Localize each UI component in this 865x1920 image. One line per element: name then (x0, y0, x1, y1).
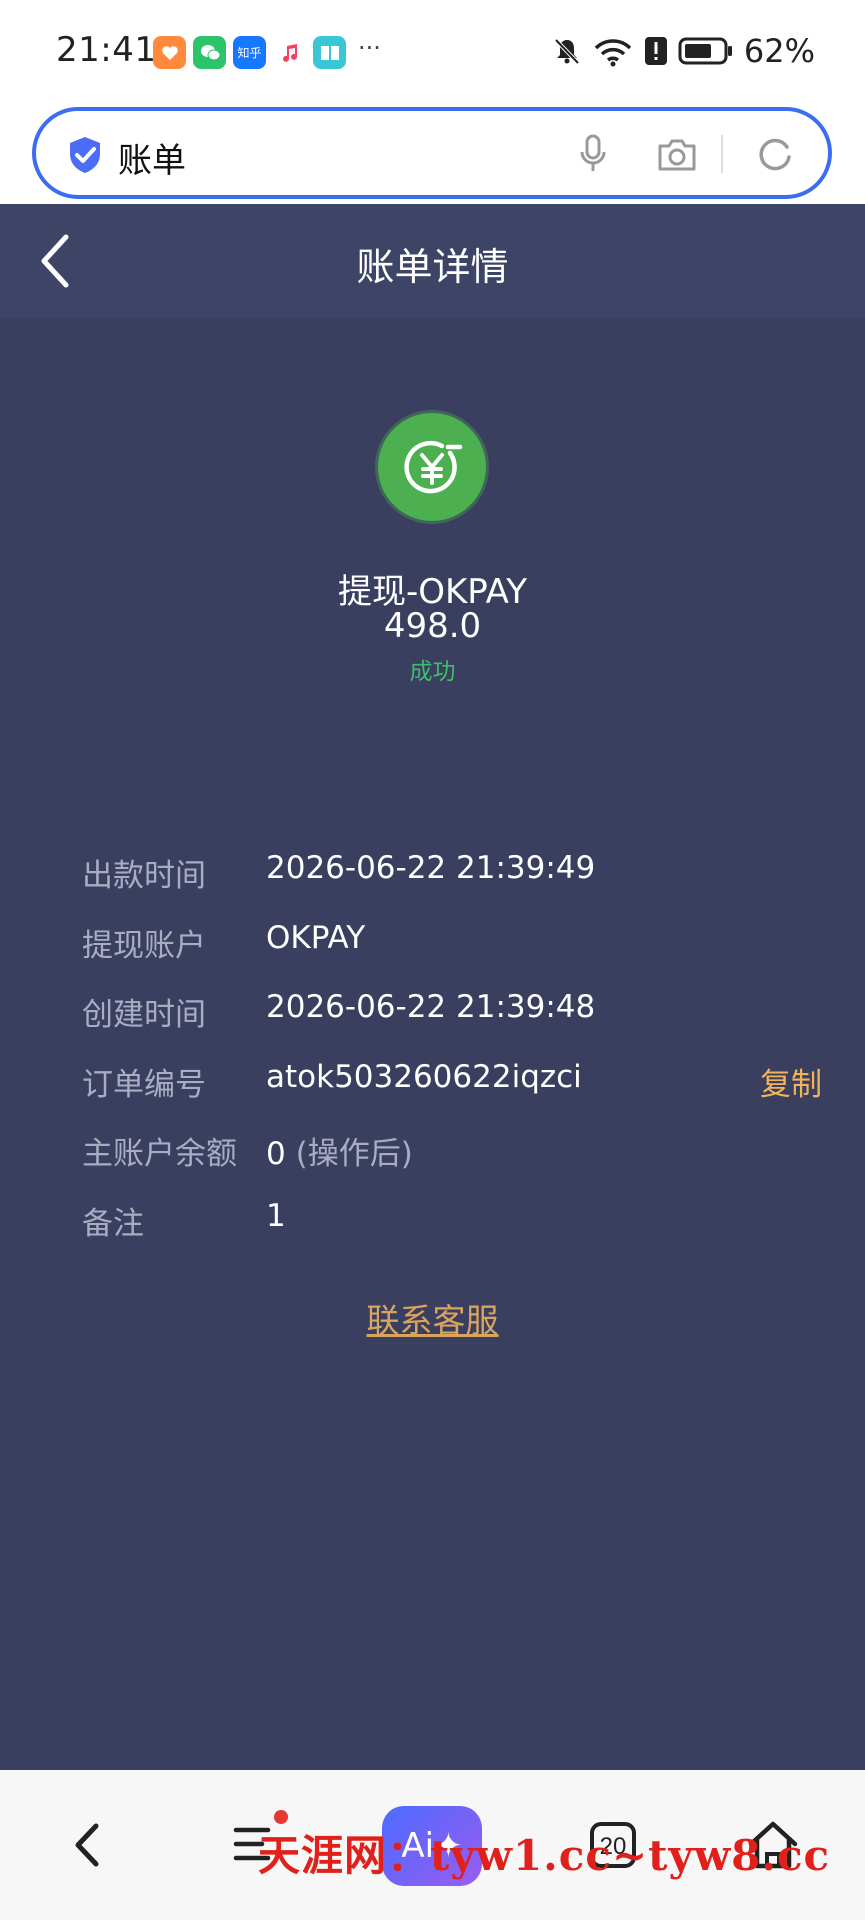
balance-note: (操作后) (295, 1136, 413, 1172)
page-header: 账单详情 (0, 204, 865, 319)
bill-detail-page: 账单详情 提现-OKPAY 498.0 成功 出款时间 2026-06-22 2… (0, 204, 865, 1770)
copy-button[interactable]: 复制 (760, 1059, 822, 1104)
reader-icon (313, 36, 346, 69)
wifi-icon (594, 39, 632, 67)
music-icon (273, 36, 306, 69)
detail-label: 订单编号 (82, 1066, 206, 1103)
orange-app-icon (153, 36, 186, 69)
detail-label: 备注 (82, 1205, 144, 1242)
alert-icon (644, 37, 667, 65)
zhihu-icon: 知乎 (233, 36, 266, 69)
detail-list: 出款时间 2026-06-22 21:39:49 提现账户 OKPAY 创建时间… (82, 850, 822, 1267)
more-notifications: ··· (358, 34, 381, 62)
detail-label: 创建时间 (82, 997, 206, 1033)
order-number-value: atok503260622iqzci (266, 1058, 582, 1095)
detail-label: 出款时间 (82, 858, 206, 894)
detail-row-order-number: 订单编号 atok503260622iqzci 复制 (82, 1059, 822, 1129)
nav-back-icon[interactable] (70, 1820, 104, 1870)
address-search-bar[interactable]: 账单 (32, 107, 832, 199)
search-query[interactable]: 账单 (118, 133, 186, 182)
detail-row-balance: 主账户余额 0 (操作后) (82, 1128, 822, 1198)
battery-icon (678, 37, 732, 65)
balance-value: 0 (操作后) (266, 1128, 413, 1173)
detail-row-remark: 备注 1 (82, 1198, 822, 1268)
balance-amount: 0 (266, 1136, 286, 1172)
search-divider (721, 135, 723, 173)
status-right: 62% (552, 32, 815, 70)
detail-row-payout-time: 出款时间 2026-06-22 21:39:49 (82, 850, 822, 920)
status-bar: 21:41 知乎 ··· 62% (0, 0, 865, 100)
detail-value: OKPAY (266, 919, 366, 956)
detail-label: 主账户余额 (82, 1136, 237, 1172)
detail-row-created-time: 创建时间 2026-06-22 21:39:48 (82, 989, 822, 1059)
notification-icons: 知乎 (153, 36, 346, 69)
refresh-icon[interactable] (756, 135, 794, 173)
detail-label: 提现账户 (82, 927, 206, 964)
detail-value: 2026-06-22 21:39:49 (266, 850, 596, 886)
contact-support-link[interactable]: 联系客服 (0, 1294, 865, 1342)
zhihu-label: 知乎 (237, 46, 262, 60)
transaction-status: 成功 (409, 659, 456, 685)
yen-withdraw-icon (378, 413, 486, 521)
wechat-icon (193, 36, 226, 69)
transaction-amount: 498.0 (383, 606, 482, 646)
page-title: 账单详情 (356, 245, 509, 289)
shield-check-icon (70, 137, 100, 173)
watermark-text: 天涯网：tyw1.cc~tyw8.cc (258, 1831, 831, 1880)
status-time: 21:41 (56, 30, 157, 70)
detail-row-account: 提现账户 OKPAY (82, 920, 822, 990)
mute-icon (554, 38, 580, 65)
camera-icon[interactable] (656, 137, 698, 173)
detail-value: 1 (266, 1197, 286, 1234)
detail-value: 2026-06-22 21:39:48 (266, 989, 596, 1025)
microphone-icon[interactable] (578, 133, 608, 175)
battery-percent: 62% (743, 32, 815, 70)
